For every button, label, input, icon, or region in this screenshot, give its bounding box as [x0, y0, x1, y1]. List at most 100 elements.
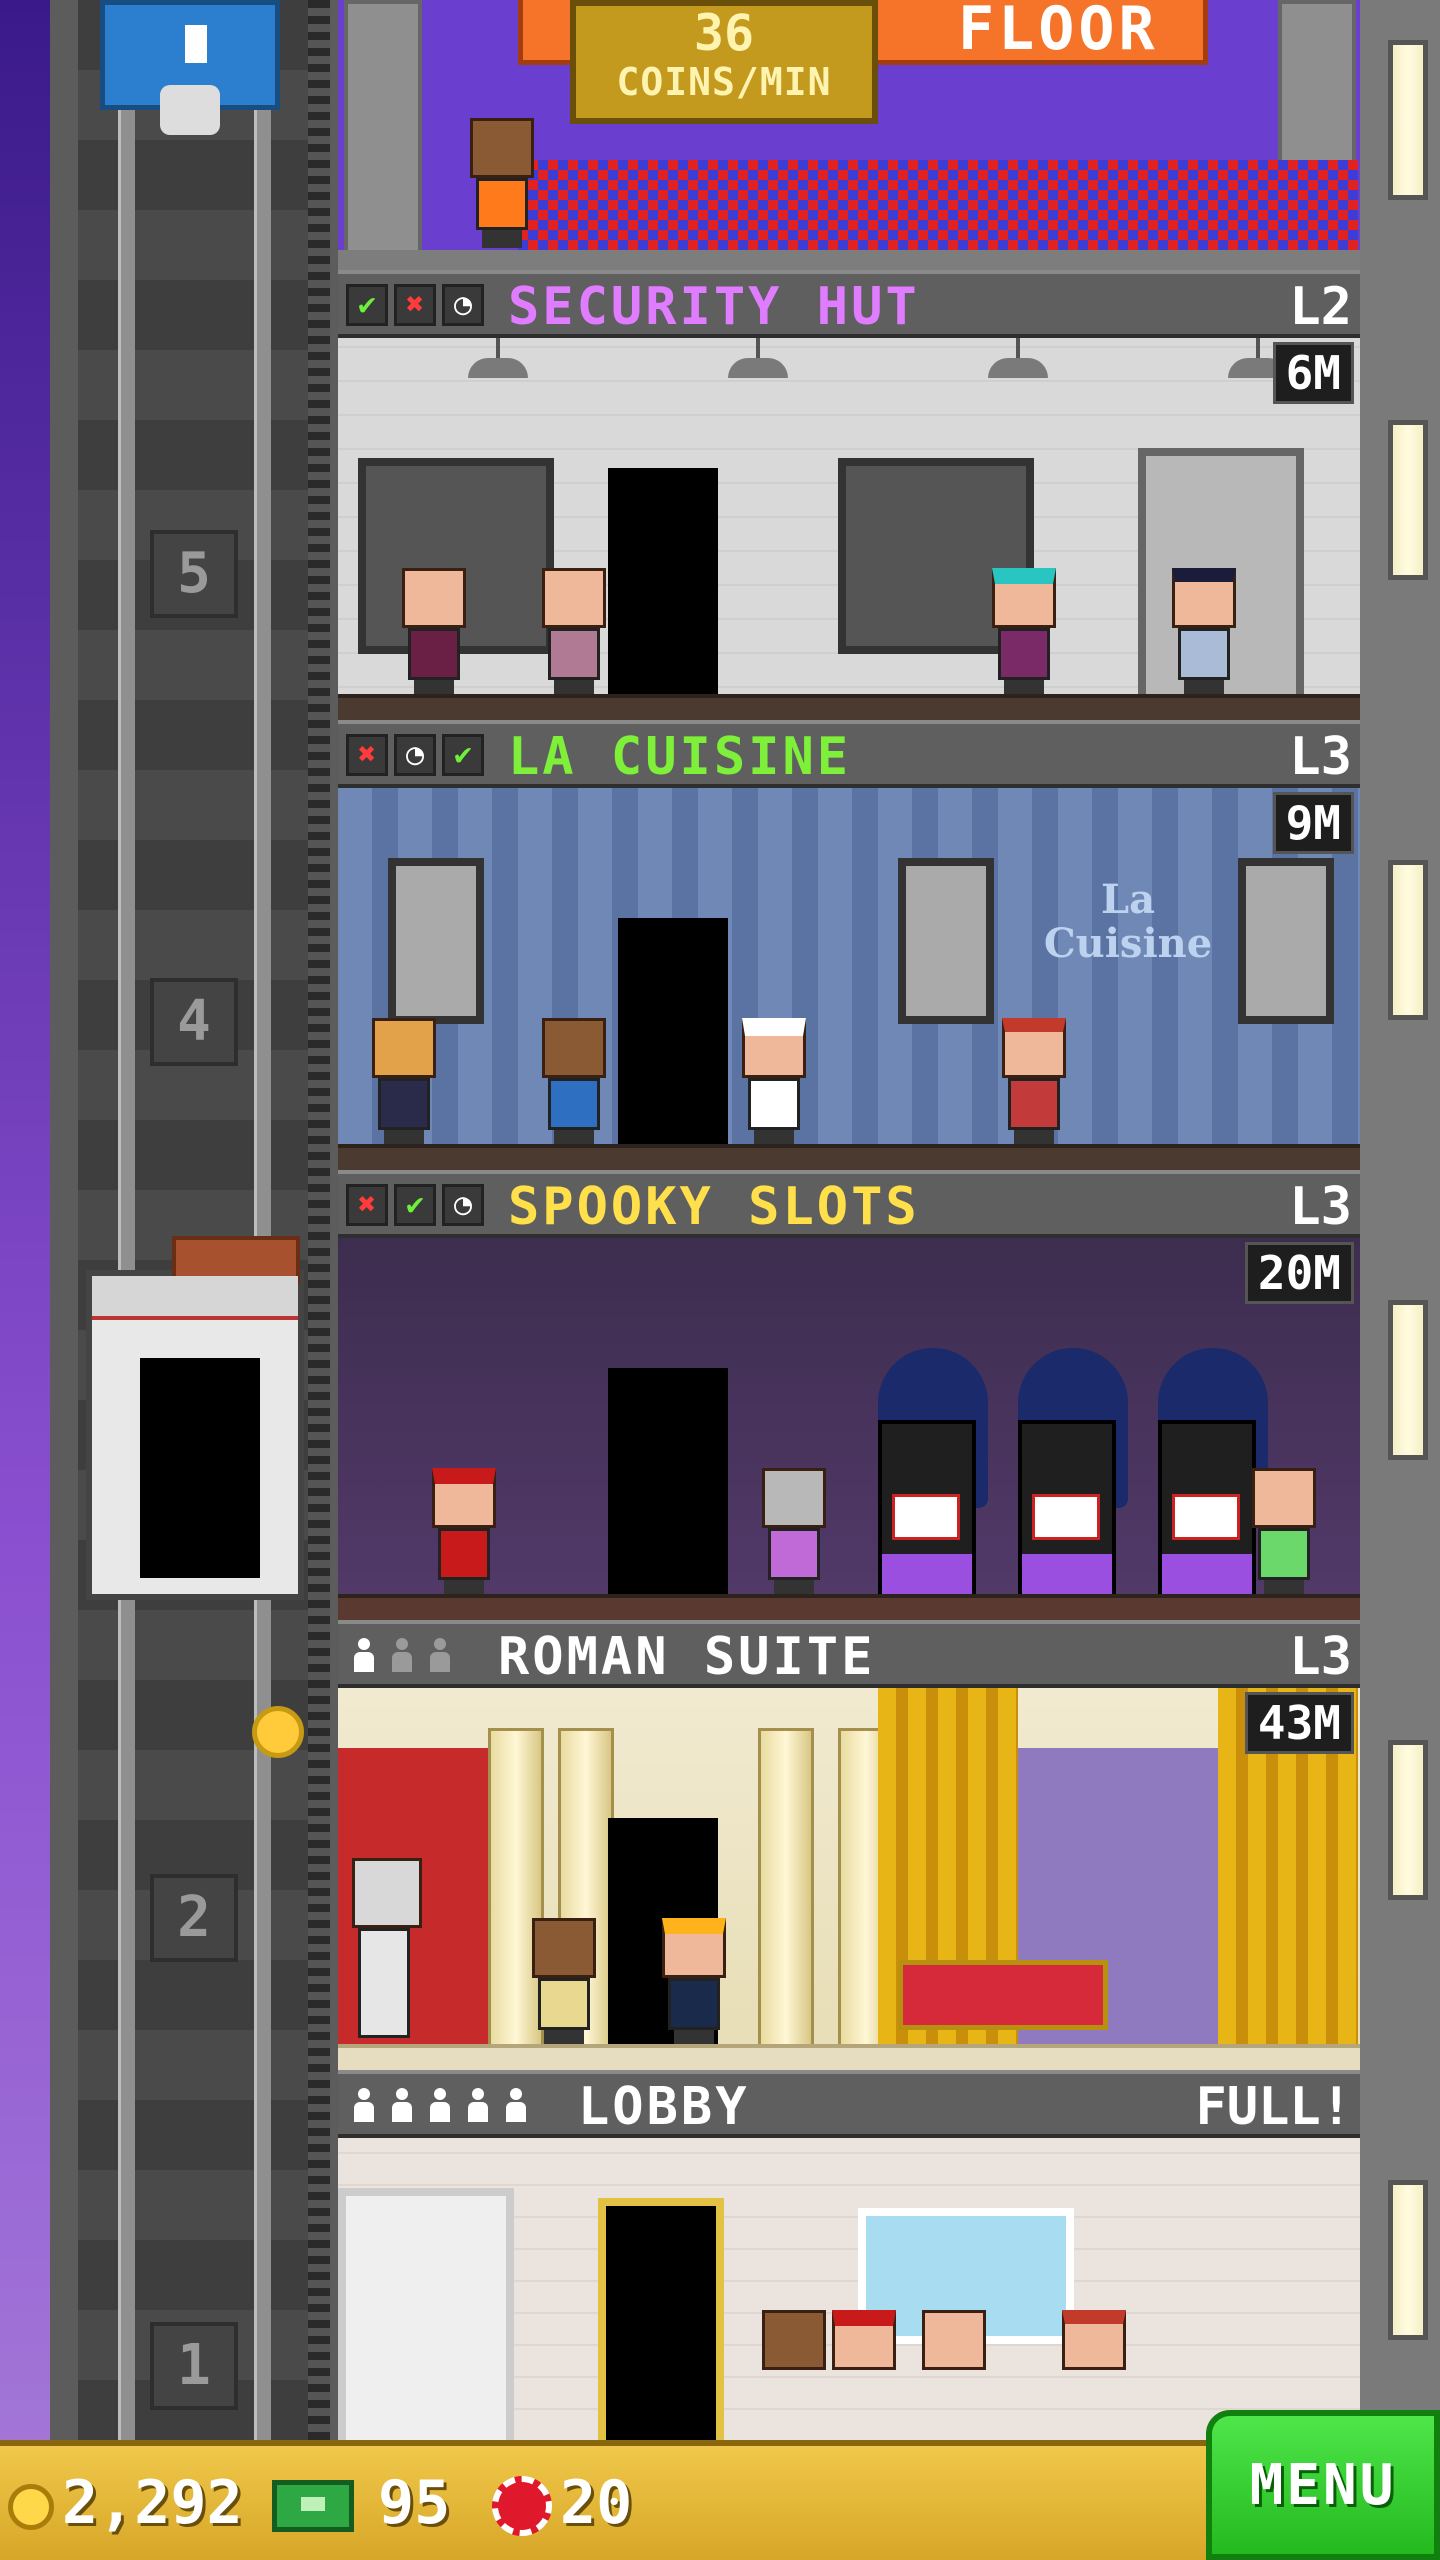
worker-character[interactable] [466, 118, 538, 248]
worker-character[interactable] [398, 568, 470, 698]
chaise-lounge [898, 1960, 1108, 2030]
room-door [608, 468, 718, 698]
floor-banner[interactable]: ✔ ✖ ◔ SECURITY HUT L2 [338, 270, 1360, 338]
restock-timer: 6M [1272, 342, 1354, 404]
floor-name: LA CUISINE [508, 727, 852, 787]
floor-banner[interactable]: ROMAN SUITE L3 [338, 1620, 1360, 1688]
resident-character[interactable] [528, 1918, 600, 2048]
window-light [1388, 1740, 1428, 1900]
lobby-wall-panel [338, 2188, 514, 2440]
elevator-door [140, 1358, 260, 1578]
status-icons: ✖ ✔ ◔ [346, 1184, 484, 1226]
shaft-rail-left [118, 0, 135, 2440]
floor-roman-suite[interactable]: ROMAN SUITE L3 43M [338, 1620, 1360, 2070]
worker-character[interactable] [998, 1018, 1070, 1148]
visitor-character[interactable] [758, 2310, 830, 2440]
check-icon: ✔ [442, 734, 484, 776]
visitor-character[interactable] [1058, 2310, 1130, 2440]
visitor-character[interactable] [1248, 1468, 1320, 1598]
person-icon [352, 2088, 376, 2124]
clock-icon: ◔ [442, 284, 484, 326]
floor-lobby[interactable]: LOBBY FULL! [338, 2070, 1360, 2440]
room-interior [338, 2138, 1360, 2440]
clock-icon: ◔ [394, 734, 436, 776]
check-icon: ✔ [394, 1184, 436, 1226]
restock-timer: 43M [1244, 1692, 1354, 1754]
resident-character[interactable] [658, 1918, 730, 2048]
floor-name: SPOOKY SLOTS [508, 1177, 920, 1237]
floor-number-1: 1 [150, 2322, 238, 2410]
floor-banner[interactable]: ✖ ◔ ✔ LA CUISINE L3 [338, 720, 1360, 788]
wall-painting [898, 858, 994, 1024]
floor-divider [338, 250, 1360, 270]
worker-character[interactable] [988, 568, 1060, 698]
elevator-car[interactable] [86, 1236, 304, 1600]
floor-level: L3 [1289, 1627, 1352, 1687]
floor-level: L3 [1289, 1177, 1352, 1237]
room-interior [338, 1688, 1360, 2070]
room-door [608, 1368, 728, 1598]
window-light [1388, 1300, 1428, 1460]
person-icon [390, 1638, 414, 1674]
bellhop-character[interactable] [428, 1468, 500, 1598]
security-guard-character[interactable] [1168, 568, 1240, 698]
floor-number-4: 4 [150, 978, 238, 1066]
floor-level: L3 [1289, 727, 1352, 787]
floor-spooky-slots[interactable]: ✖ ✔ ◔ SPOOKY SLOTS L3 20M [338, 1170, 1360, 1620]
chef-character[interactable] [738, 1018, 810, 1148]
bellhop-character[interactable] [828, 2310, 900, 2440]
status-icons: ✖ ◔ ✔ [346, 734, 484, 776]
slot-machine [1018, 1420, 1116, 1598]
window-light [1388, 40, 1428, 200]
person-icon [428, 2088, 452, 2124]
floor-banner[interactable]: ✖ ✔ ◔ SPOOKY SLOTS L3 [338, 1170, 1360, 1238]
shaft-rail-right [254, 0, 271, 2440]
cross-icon: ✖ [346, 1184, 388, 1226]
chips-count: 20 [560, 2468, 633, 2538]
elevator-chain [308, 0, 330, 2440]
checker-floor [518, 160, 1358, 250]
elevator-robot-icon [100, 0, 280, 135]
floor-name: ROMAN SUITE [498, 1627, 876, 1687]
wall-painting [388, 858, 484, 1024]
floor-banner[interactable]: LOBBY FULL! [338, 2070, 1360, 2138]
floor-level: FULL! [1195, 2077, 1352, 2137]
coin-icon [8, 2484, 54, 2530]
room-interior [338, 338, 1360, 720]
status-icons: ✔ ✖ ◔ [346, 284, 484, 326]
slot-machine [1158, 1420, 1256, 1598]
floor-level: L2 [1289, 277, 1352, 337]
floor-la-cuisine[interactable]: ✖ ◔ ✔ LA CUISINE L3 9M La Cuisine [338, 720, 1360, 1170]
floor-name: LOBBY [578, 2077, 750, 2137]
slot-machine [878, 1420, 976, 1598]
restock-timer: 20M [1244, 1242, 1354, 1304]
chip-icon [492, 2476, 552, 2536]
coins-per-minute-unit: COINS/MIN [616, 60, 832, 104]
worker-character[interactable] [368, 1018, 440, 1148]
person-icon [504, 2088, 528, 2124]
coins-per-minute-value: 36 [693, 4, 755, 62]
floating-coin-icon[interactable] [252, 1706, 304, 1758]
resident-icons [352, 2088, 528, 2124]
building-edge [1360, 0, 1440, 2440]
top-floor-sign: FLOOR [958, 0, 1159, 64]
floor-security-hut[interactable]: ✔ ✖ ◔ SECURITY HUT L2 6M [338, 270, 1360, 720]
room-interior [338, 1238, 1360, 1620]
shaft-wall [78, 0, 328, 2440]
menu-button[interactable]: MENU [1206, 2410, 1440, 2560]
statue [348, 1858, 428, 2048]
worker-character[interactable] [538, 1018, 610, 1148]
coins-per-minute-sign: 36 COINS/MIN [570, 0, 878, 124]
lobby-door [598, 2198, 724, 2440]
check-icon: ✔ [346, 284, 388, 326]
person-icon [352, 1638, 376, 1674]
worker-character[interactable] [538, 568, 610, 698]
room-interior: La Cuisine [338, 788, 1360, 1170]
visitor-character[interactable] [758, 1468, 830, 1598]
person-icon [390, 2088, 414, 2124]
elevator-header [92, 1276, 298, 1320]
restock-timer: 9M [1272, 792, 1354, 854]
window-light [1388, 2180, 1428, 2340]
sky-background [0, 0, 50, 2560]
visitor-character[interactable] [918, 2310, 990, 2440]
